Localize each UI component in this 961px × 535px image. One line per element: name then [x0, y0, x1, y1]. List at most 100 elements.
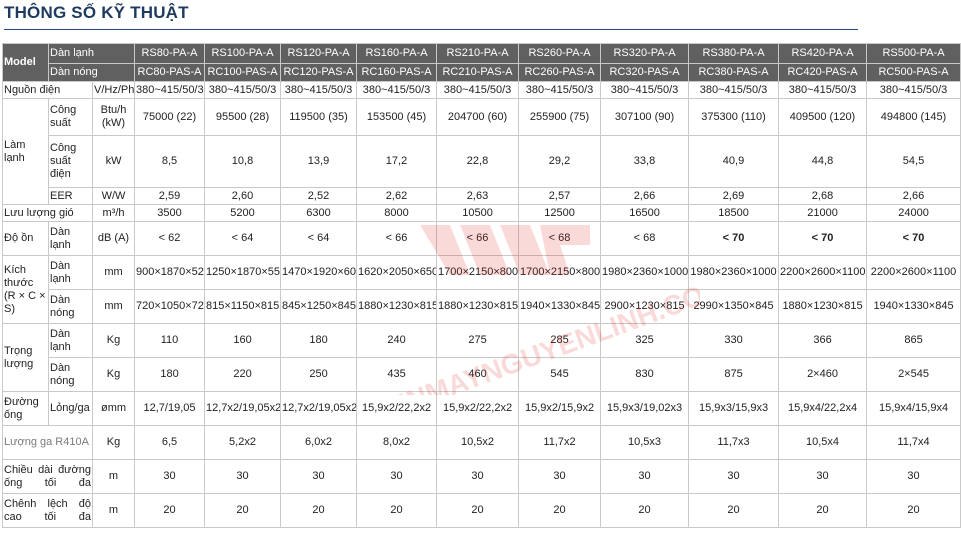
value-cell: 275	[436, 323, 520, 358]
value-cell: 380~415/50/3	[600, 81, 690, 99]
value-cell: 12,7x2/19,05x2	[204, 391, 282, 426]
value-cell: 545	[518, 357, 602, 392]
row-refrigerant: Lượng ga R410A Kg 6,5 5,2x2 6,0x2 8,0x2 10,5…	[2, 425, 961, 460]
unit-cell: Kg	[91, 425, 136, 460]
value-cell: < 70	[866, 221, 961, 256]
cooling-group-label: Làm lạnh	[2, 98, 49, 205]
value-cell: 2,63	[436, 187, 520, 205]
value-cell: 3500	[134, 204, 206, 222]
value-cell: 15,9x2/22,2x2	[436, 391, 520, 426]
value-cell: 20	[204, 493, 282, 528]
value-cell: 8,5	[134, 135, 206, 188]
value-cell: 2,66	[866, 187, 961, 205]
value-cell: 366	[778, 323, 868, 358]
indoor-model: RS380-PA-A	[688, 43, 780, 64]
value-cell: 20	[280, 493, 358, 528]
value-cell: 325	[600, 323, 690, 358]
outdoor-model: RC210-PAS-A	[436, 63, 520, 82]
indoor-header: Dàn lạnh	[47, 43, 136, 64]
row-label: Dàn lạnh	[48, 323, 93, 358]
value-cell: 30	[518, 459, 602, 494]
value-cell: 1980×2360×1000	[688, 255, 780, 290]
value-cell: 11,7x4	[866, 425, 961, 460]
row-label: EER	[48, 187, 93, 205]
value-cell: 380~415/50/3	[436, 81, 520, 99]
unit-cell: ømm	[91, 391, 136, 426]
unit-cell: mm	[91, 255, 136, 290]
value-cell: 30	[778, 459, 868, 494]
value-cell: 2,60	[204, 187, 282, 205]
value-cell: 5200	[204, 204, 282, 222]
value-cell: < 66	[436, 221, 520, 256]
row-dim-outdoor: Dàn nóng mm 720×1050×720 815×1150×815 845×…	[3, 289, 961, 324]
value-cell: 11,7x3	[688, 425, 780, 460]
value-cell: 20	[866, 493, 961, 528]
indoor-model: RS160-PA-A	[356, 43, 438, 64]
outdoor-model: RC260-PAS-A	[518, 63, 602, 82]
value-cell: 460	[436, 357, 520, 392]
row-label: Lượng ga R410A	[2, 425, 93, 460]
row-cooling-capacity: Làm lạnh Công suất Btu/h (kW) 75000 (22)…	[2, 98, 961, 205]
value-cell: 160	[204, 323, 282, 358]
value-cell: 845×1250×845	[280, 289, 358, 324]
value-cell: 180	[280, 323, 358, 358]
value-cell: 24000	[866, 204, 961, 222]
title-divider	[4, 29, 858, 30]
indoor-model: RS120-PA-A	[280, 43, 358, 64]
value-cell: 44,8	[778, 135, 868, 188]
value-cell: < 62	[134, 221, 206, 256]
value-cell: 15,9x2/22,2x2	[356, 391, 438, 426]
row-eer: EER W/W 2,59 2,60 2,52 2,62 2,63 2,57 2,66 2,69…	[3, 187, 961, 205]
value-cell: 285	[518, 323, 602, 358]
indoor-model: RS500-PA-A	[866, 43, 961, 64]
unit-cell: V/Hz/Ph	[91, 81, 136, 99]
value-cell: 20	[688, 493, 780, 528]
value-cell: 95500 (28)	[204, 98, 282, 136]
row-weight-outdoor: Dàn nóng Kg 180 220 250 435 460 545 830 875 2×46…	[3, 357, 961, 392]
value-cell: < 70	[688, 221, 780, 256]
page-title: THÔNG SỐ KỸ THUẬT	[4, 3, 189, 22]
value-cell: 29,2	[518, 135, 602, 188]
value-cell: 6,5	[134, 425, 206, 460]
value-cell: 12500	[518, 204, 602, 222]
value-cell: 6300	[280, 204, 358, 222]
value-cell: 435	[356, 357, 438, 392]
value-cell: 307100 (90)	[600, 98, 690, 136]
unit-cell: Btu/h (kW)	[91, 98, 136, 136]
value-cell: 20	[134, 493, 206, 528]
value-cell: 54,5	[866, 135, 961, 188]
row-label: Dàn nóng	[48, 357, 93, 392]
weight-group-label: Trọng lượng	[2, 323, 49, 392]
value-cell: 380~415/50/3	[866, 81, 961, 99]
value-cell: 255900 (75)	[518, 98, 602, 136]
indoor-model: RS100-PA-A	[204, 43, 282, 64]
value-cell: 30	[204, 459, 282, 494]
unit-cell: mm	[91, 289, 136, 324]
row-cooling-power: Công suất điện kW 8,5 10,8 13,9 17,2 22,8 29,…	[3, 135, 961, 188]
unit-cell: Kg	[91, 357, 136, 392]
value-cell: 1250×1870×550	[204, 255, 282, 290]
value-cell: 10,5x2	[436, 425, 520, 460]
value-cell: 20	[600, 493, 690, 528]
value-cell: 12,7x2/19,05x2	[280, 391, 358, 426]
indoor-model: RS420-PA-A	[778, 43, 868, 64]
header-row-indoor: Model Dàn lạnh RS80-PA-A RS100-PA-A RS12…	[2, 43, 961, 82]
row-label: Đường ống	[2, 391, 49, 426]
value-cell: 2200×2600×1100	[778, 255, 868, 290]
unit-cell: Kg	[91, 323, 136, 358]
value-cell: 20	[778, 493, 868, 528]
value-cell: 15,9x4/15,9x4	[866, 391, 961, 426]
value-cell: 20	[356, 493, 438, 528]
row-sublabel: Dàn lạnh	[48, 221, 93, 256]
value-cell: 900×1870×520	[134, 255, 206, 290]
row-noise: Độ ồn Dàn lạnh dB (A) < 62 < 64 < 64 < 66 < …	[2, 221, 961, 256]
indoor-model: RS260-PA-A	[518, 43, 602, 64]
value-cell: 1940×1330×845	[518, 289, 602, 324]
value-cell: 2,62	[356, 187, 438, 205]
value-cell: 720×1050×720	[134, 289, 206, 324]
row-piping: Đường ống Lỏng/ga ømm 12,7/19,05 12,7x2/1…	[2, 391, 961, 426]
value-cell: 2,69	[688, 187, 780, 205]
value-cell: 10,8	[204, 135, 282, 188]
value-cell: 15,9x2/15,9x2	[518, 391, 602, 426]
value-cell: 380~415/50/3	[778, 81, 868, 99]
